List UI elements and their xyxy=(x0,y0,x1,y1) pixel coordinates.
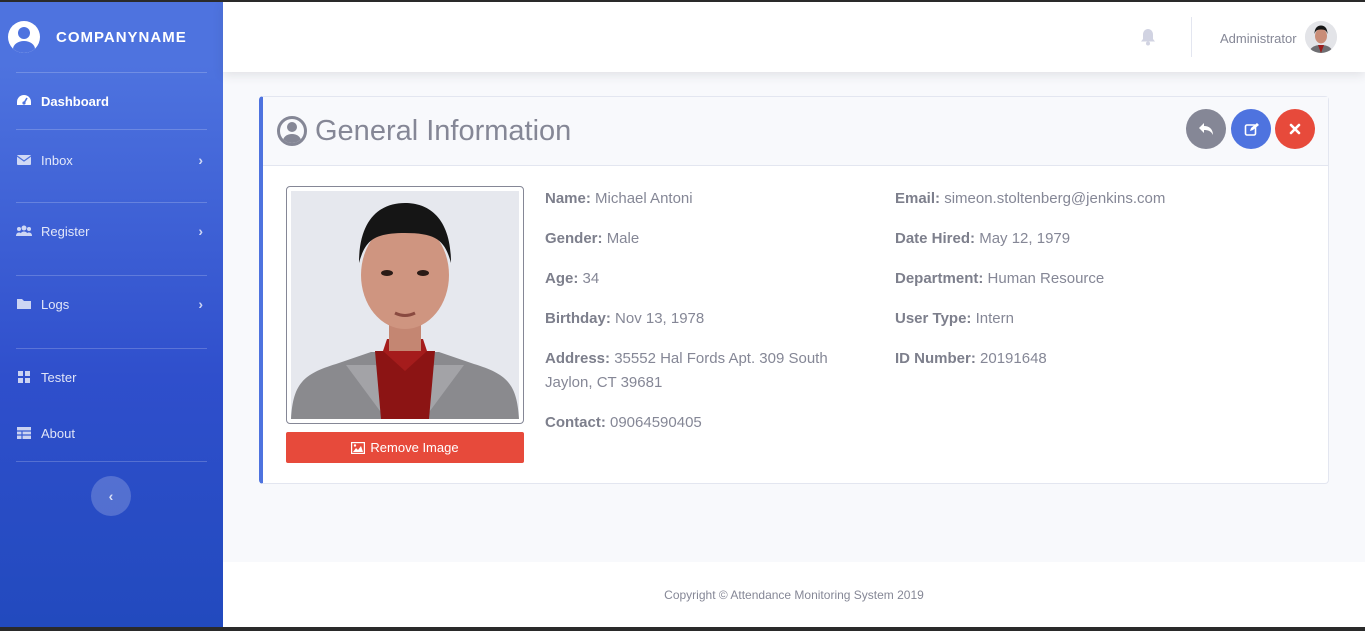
info-contact: Contact: 09064590405 xyxy=(545,411,865,435)
info-label: Name: xyxy=(545,190,591,207)
back-button[interactable] xyxy=(1186,109,1226,149)
window-top-border xyxy=(0,0,1365,2)
tachometer-icon xyxy=(17,95,31,105)
sidebar-item-label: Dashboard xyxy=(41,93,109,109)
sidebar-divider xyxy=(16,461,207,462)
copyright-text: Copyright © Attendance Monitoring System… xyxy=(664,587,924,602)
info-address: Address: 35552 Hal Fords Apt. 309 South … xyxy=(545,347,855,395)
chevron-left-icon: ‹ xyxy=(108,488,114,504)
info-name: Name: Michael Antoni xyxy=(545,187,865,211)
sidebar-item-label: Tester xyxy=(41,369,77,385)
info-value: Human Resource xyxy=(987,270,1105,287)
image-icon xyxy=(351,441,366,454)
user-circle-icon xyxy=(8,21,40,53)
avatar[interactable] xyxy=(1305,21,1337,53)
info-value: simeon.stoltenberg@jenkins.com xyxy=(944,190,1166,207)
chevron-right-icon: › xyxy=(198,296,203,312)
sidebar-item-logs[interactable]: Logs › xyxy=(0,276,223,332)
user-name[interactable]: Administrator xyxy=(1220,31,1297,46)
sidebar-divider xyxy=(16,129,207,130)
info-value: Michael Antoni xyxy=(595,190,693,207)
info-age: Age: 34 xyxy=(545,267,865,291)
sidebar-item-dashboard[interactable]: Dashboard xyxy=(0,73,223,129)
info-value: 20191648 xyxy=(980,350,1047,367)
info-value: Intern xyxy=(975,310,1014,327)
info-gender: Gender: Male xyxy=(545,227,865,251)
info-label: Age: xyxy=(545,270,579,287)
info-label: Gender: xyxy=(545,230,603,247)
profile-photo-frame xyxy=(286,186,524,424)
brand-name: COMPANYNAME xyxy=(56,28,187,46)
footer: Copyright © Attendance Monitoring System… xyxy=(223,562,1365,627)
sidebar-item-about[interactable]: About xyxy=(0,405,223,461)
card-header: General Information xyxy=(263,97,1328,166)
sidebar-toggle-button[interactable]: ‹ xyxy=(91,476,131,516)
page-title: General Information xyxy=(315,114,572,147)
info-id-number: ID Number: 20191648 xyxy=(895,347,1315,371)
info-label: Date Hired: xyxy=(895,230,976,247)
info-user-type: User Type: Intern xyxy=(895,307,1315,331)
info-value: Male xyxy=(606,230,640,247)
sidebar-brand[interactable]: COMPANYNAME xyxy=(0,2,223,72)
general-info-card: General Information Remove Image Name: M… xyxy=(259,96,1329,484)
info-email: Email: simeon.stoltenberg@jenkins.com xyxy=(895,187,1315,211)
info-label: Address: xyxy=(545,350,611,367)
info-value: Nov 13, 1978 xyxy=(615,310,705,327)
edit-icon xyxy=(1244,122,1259,136)
info-label: Department: xyxy=(895,270,984,287)
info-department: Department: Human Resource xyxy=(895,267,1315,291)
times-icon xyxy=(1289,123,1301,135)
topbar: Administrator xyxy=(223,2,1365,72)
info-label: Birthday: xyxy=(545,310,611,327)
sidebar-item-label: Logs xyxy=(41,296,70,312)
users-icon xyxy=(16,225,32,236)
chevron-right-icon: › xyxy=(198,152,203,168)
remove-image-button[interactable]: Remove Image xyxy=(286,432,524,463)
bell-icon[interactable] xyxy=(1140,28,1156,46)
window-bottom-border xyxy=(0,627,1365,631)
envelope-icon xyxy=(16,155,32,165)
sidebar: COMPANYNAME Dashboard Inbox › Register ›… xyxy=(0,2,223,627)
profile-photo xyxy=(291,191,519,419)
chevron-right-icon: › xyxy=(198,223,203,239)
sidebar-item-inbox[interactable]: Inbox › xyxy=(0,132,223,188)
edit-button[interactable] xyxy=(1231,109,1271,149)
user-circle-icon xyxy=(277,116,307,146)
info-value: 09064590405 xyxy=(610,414,702,431)
remove-image-label: Remove Image xyxy=(370,440,459,455)
info-birthday: Birthday: Nov 13, 1978 xyxy=(545,307,865,331)
topbar-divider xyxy=(1191,17,1192,57)
sidebar-item-register[interactable]: Register › xyxy=(0,203,223,259)
avatar-image xyxy=(1305,21,1337,53)
reply-icon xyxy=(1199,123,1213,135)
folder-icon xyxy=(17,299,31,309)
info-label: Contact: xyxy=(545,414,606,431)
delete-button[interactable] xyxy=(1275,109,1315,149)
sidebar-item-label: Inbox xyxy=(41,152,73,168)
info-label: User Type: xyxy=(895,310,972,327)
sidebar-item-label: Register xyxy=(41,223,90,239)
grid-icon xyxy=(18,371,30,383)
sidebar-item-tester[interactable]: Tester xyxy=(0,349,223,405)
info-value: May 12, 1979 xyxy=(979,230,1071,247)
info-label: Email: xyxy=(895,190,941,207)
info-value: 34 xyxy=(582,270,600,287)
table-icon xyxy=(17,427,31,439)
sidebar-item-label: About xyxy=(41,425,75,441)
info-label: ID Number: xyxy=(895,350,976,367)
info-date-hired: Date Hired: May 12, 1979 xyxy=(895,227,1315,251)
